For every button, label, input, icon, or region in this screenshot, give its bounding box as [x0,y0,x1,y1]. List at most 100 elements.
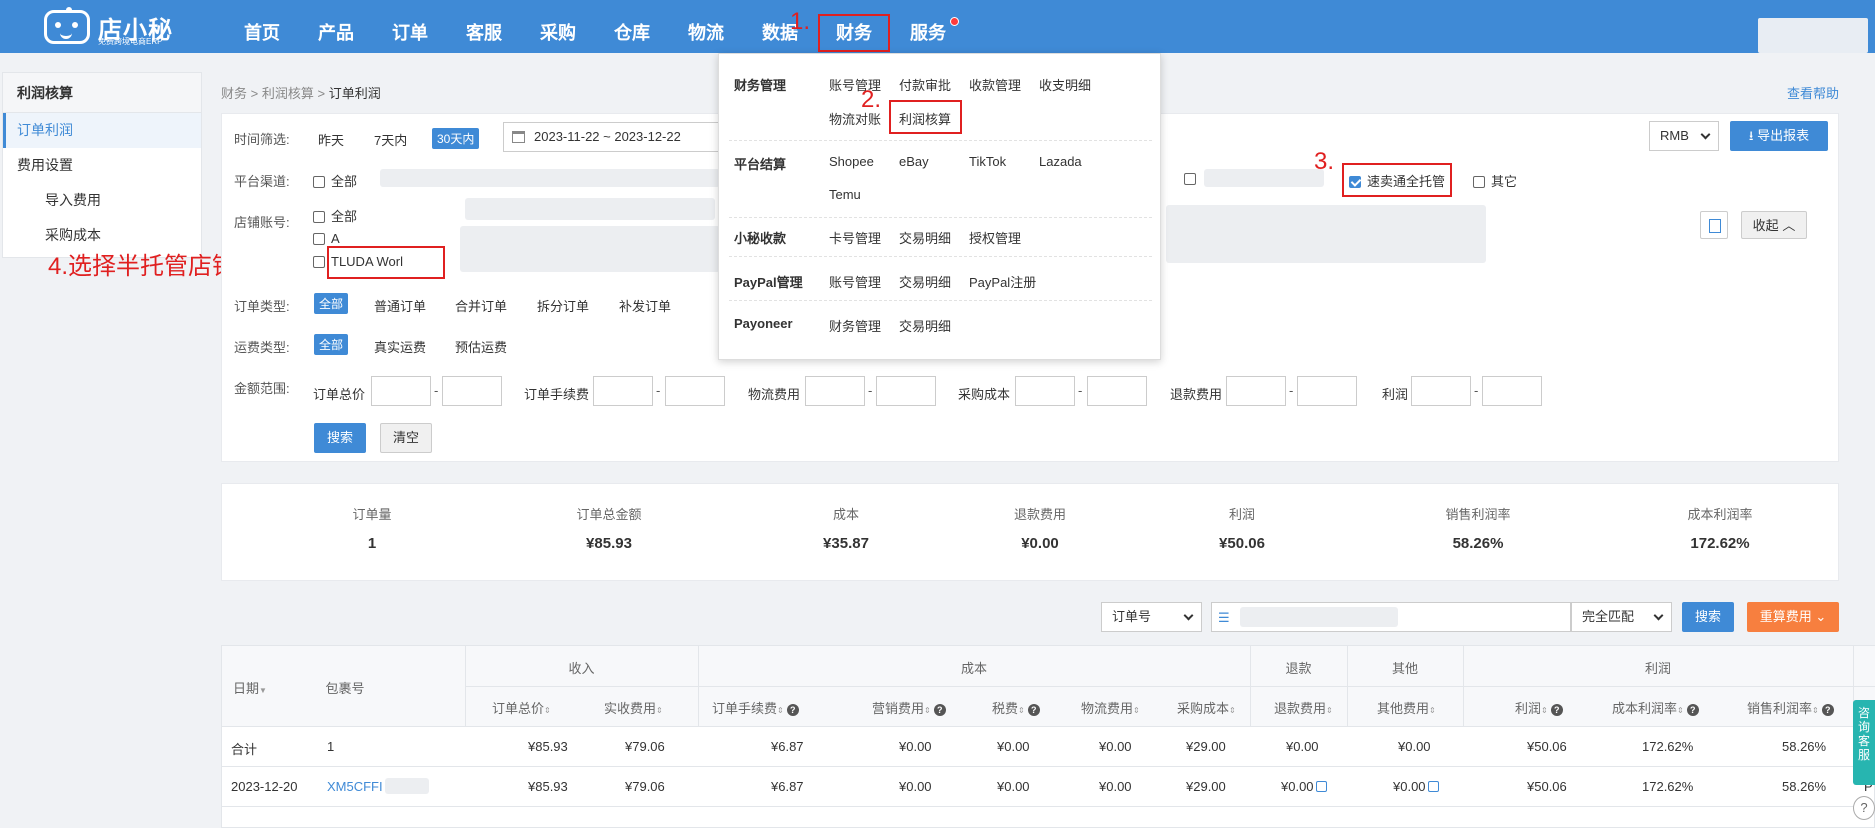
profit-min[interactable] [1411,376,1471,406]
col-header[interactable]: 采购成本⇕ [1177,698,1236,717]
export-report-button[interactable]: ⭳ 导出报表 [1730,121,1828,151]
search-field-select[interactable]: 订单号 [1101,602,1202,632]
checkbox[interactable] [1184,173,1196,185]
checkbox[interactable] [1473,176,1485,188]
ordertype-all[interactable]: 全部 [314,293,349,314]
freight-estimated[interactable]: 预估运费 [455,337,507,356]
checkbox[interactable] [313,233,325,245]
logistics-fee-max[interactable] [876,376,936,406]
order-total-max[interactable] [442,376,502,406]
breadcrumb-profit[interactable]: 利润核算 [262,86,314,101]
user-account-menu[interactable] [1758,18,1868,53]
order-fee-min[interactable] [593,376,653,406]
nav-products[interactable]: 产品 [318,0,354,53]
ordertype-resend[interactable]: 补发订单 [619,296,671,315]
store-a[interactable]: A [313,231,340,246]
ordertype-split[interactable]: 拆分订单 [537,296,589,315]
dd-paypal-accounts[interactable]: 账号管理 [829,272,881,291]
nav-services[interactable]: 服务 [910,0,946,53]
nav-logistics[interactable]: 物流 [688,0,724,53]
dd-paypal-register[interactable]: PayPal注册 [969,272,1036,291]
order-fee-max[interactable] [665,376,725,406]
order-total-min[interactable] [371,376,431,406]
col-header[interactable]: 税费⇕? [992,698,1040,717]
table-search-button[interactable]: 搜索 [1682,602,1734,632]
col-header[interactable]: 物流费用⇕ [1081,698,1140,717]
dd-temu[interactable]: Temu [829,187,861,202]
list-icon[interactable]: ☰ [1218,604,1230,632]
dd-ebay[interactable]: eBay [899,154,929,169]
date-range-input[interactable]: 2023-11-22 ~ 2023-12-22 [503,122,723,152]
collapse-button[interactable]: 收起 ︿ [1741,211,1807,239]
brand-logo[interactable]: 店小秘 免费跨境电商ERP [44,7,174,48]
sidebar-item-import-fees[interactable]: 导入费用 [3,183,201,218]
dd-paypal-transactions[interactable]: 交易明细 [899,272,951,291]
nav-purchase[interactable]: 采购 [540,0,576,53]
package-link[interactable]: XM5CFFI [327,779,383,794]
col-header[interactable]: 订单手续费⇕? [712,698,799,717]
breadcrumb-finance[interactable]: 财务 [221,86,247,101]
help-link[interactable]: 查看帮助 [1787,83,1839,102]
sort-icon[interactable]: ▼ [259,686,267,695]
dd-payoneer-finance[interactable]: 财务管理 [829,316,881,335]
platform-other[interactable]: 其它 [1473,171,1517,190]
sidebar-item-order-profit[interactable]: 订单利润 [3,113,201,148]
other-cell: ¥0.00 [1393,779,1439,794]
edit-icon[interactable] [1315,781,1327,792]
dd-card-mgmt[interactable]: 卡号管理 [829,228,881,247]
dd-payoneer-transactions[interactable]: 交易明细 [899,316,951,335]
ordertype-merged[interactable]: 合并订单 [455,296,507,315]
logistics-fee-min[interactable] [805,376,865,406]
dd-shopee[interactable]: Shopee [829,154,874,169]
help-question-icon[interactable]: ? [1853,796,1875,820]
dd-receipt-mgmt[interactable]: 收款管理 [969,75,1021,94]
customer-service-button[interactable]: 咨询客服 [1853,700,1875,785]
store-all[interactable]: 全部 [313,206,357,225]
freight-all[interactable]: 全部 [314,334,349,355]
nav-home[interactable]: 首页 [244,0,280,53]
col-header[interactable]: 订单总价⇕ [492,698,551,717]
checkbox[interactable] [313,256,325,268]
col-header[interactable]: 销售利润率⇕? [1747,698,1834,717]
time-30days[interactable]: 30天内 [432,128,480,149]
clear-button[interactable]: 清空 [380,423,432,453]
profit-max[interactable] [1482,376,1542,406]
layout-toggle-icon[interactable] [1700,211,1728,239]
purchase-cost-min[interactable] [1015,376,1075,406]
time-7days[interactable]: 7天内 [374,130,407,149]
search-input[interactable]: ☰ [1211,602,1571,632]
currency-select[interactable]: RMB [1649,121,1719,151]
dd-income-expense[interactable]: 收支明细 [1039,75,1091,94]
dd-tiktok[interactable]: TikTok [969,154,1006,169]
col-header[interactable]: 其他费用⇕ [1377,698,1436,717]
refund-fee-min[interactable] [1226,376,1286,406]
edit-icon[interactable] [1427,781,1439,792]
time-yesterday[interactable]: 昨天 [318,130,344,149]
dd-auth-mgmt[interactable]: 授权管理 [969,228,1021,247]
nav-orders[interactable]: 订单 [392,0,428,53]
dd-transactions[interactable]: 交易明细 [899,228,951,247]
ordertype-normal[interactable]: 普通订单 [374,296,426,315]
platform-unnamed[interactable] [1184,171,1202,186]
refund-fee-max[interactable] [1297,376,1357,406]
dd-payment-approval[interactable]: 付款审批 [899,75,951,94]
checkbox[interactable] [313,176,325,188]
dd-section-paypal: PayPal管理 [734,275,803,290]
col-header[interactable]: 利润⇕? [1515,698,1563,717]
sidebar-item-fee-settings[interactable]: 费用设置 [3,148,201,183]
platform-all[interactable]: 全部 [313,171,357,190]
col-header[interactable]: 营销费用⇕? [872,698,946,717]
col-header[interactable]: 实收费用⇕ [604,698,663,717]
col-date[interactable]: 日期▼ [230,678,270,697]
search-button[interactable]: 搜索 [314,423,366,453]
purchase-cost-max[interactable] [1087,376,1147,406]
dd-lazada[interactable]: Lazada [1039,154,1082,169]
match-mode-select[interactable]: 完全匹配 [1571,602,1672,632]
recalc-fees-button[interactable]: 重算费用 ⌄ [1747,602,1839,632]
freight-real[interactable]: 真实运费 [374,337,426,356]
col-header[interactable]: 成本利润率⇕? [1612,698,1699,717]
nav-warehouse[interactable]: 仓库 [614,0,650,53]
nav-service[interactable]: 客服 [466,0,502,53]
checkbox[interactable] [313,211,325,223]
col-header[interactable]: 退款费用⇕ [1274,698,1333,717]
